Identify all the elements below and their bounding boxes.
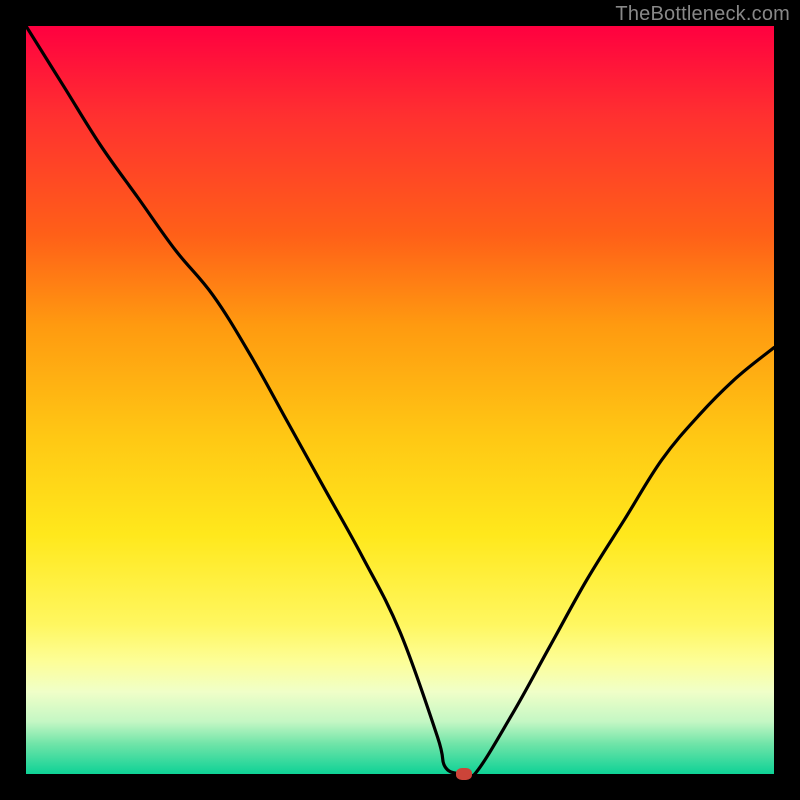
chart-frame: TheBottleneck.com xyxy=(0,0,800,800)
minimum-marker xyxy=(456,768,472,780)
bottleneck-curve xyxy=(26,26,774,774)
plot-area xyxy=(26,26,774,774)
watermark-text: TheBottleneck.com xyxy=(615,3,790,26)
